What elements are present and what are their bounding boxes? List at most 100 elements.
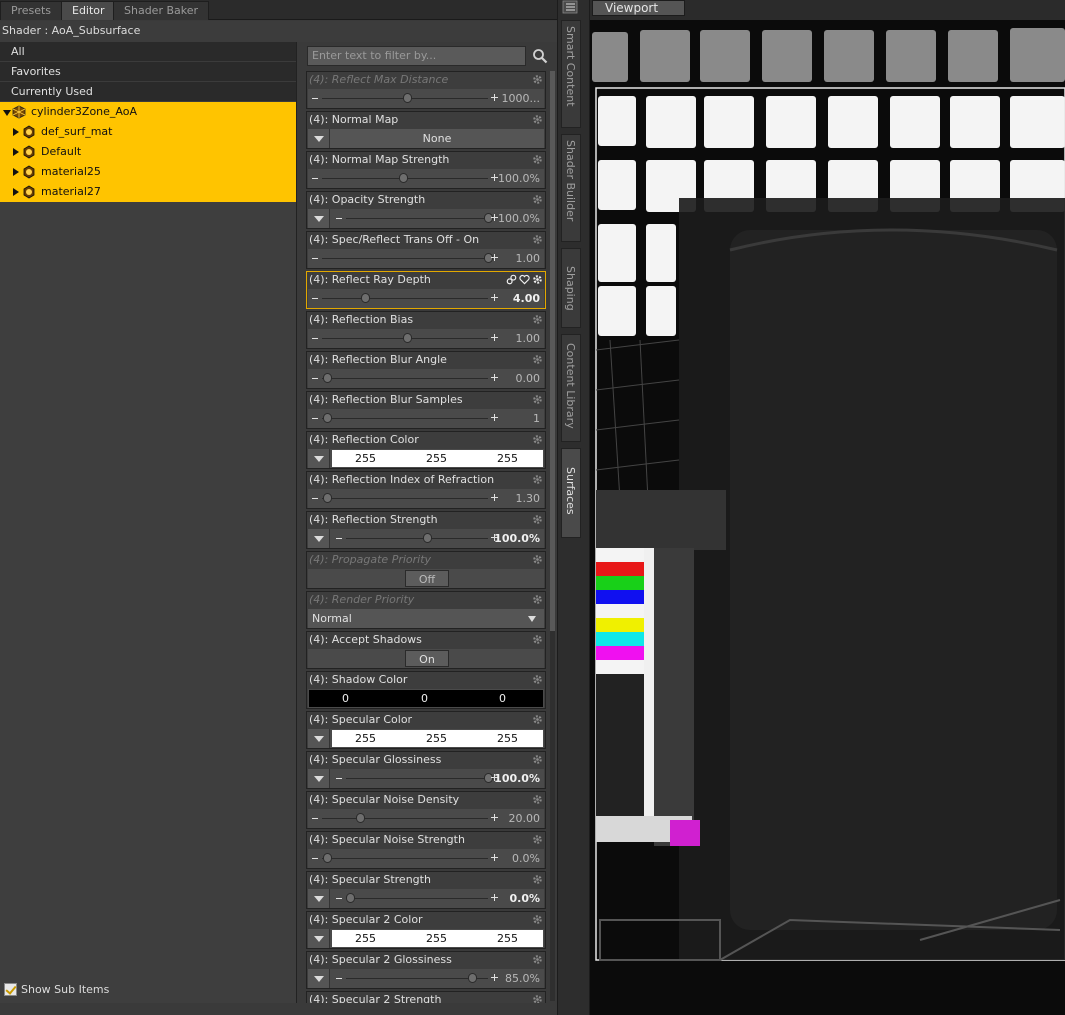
color-field[interactable]: 255 255 255 xyxy=(308,449,544,468)
decrement-icon[interactable] xyxy=(312,298,318,299)
pane-menu-icon[interactable] xyxy=(562,0,578,14)
category-favorites[interactable]: Favorites xyxy=(0,62,296,82)
gear-icon[interactable] xyxy=(532,274,543,285)
toggle-button[interactable]: Off xyxy=(405,570,449,587)
slider-knob[interactable] xyxy=(398,173,408,183)
slider-value[interactable]: 1.00 xyxy=(516,329,541,348)
property-row[interactable]: (4): Specular Strength 0.0% xyxy=(306,871,546,909)
slider-knob[interactable] xyxy=(403,333,413,343)
slider-track[interactable] xyxy=(346,978,488,979)
gear-icon[interactable] xyxy=(532,994,543,1003)
tree-item-default[interactable]: Default xyxy=(0,142,296,162)
tree-item-material27[interactable]: material27 xyxy=(0,182,296,202)
slider-knob[interactable] xyxy=(423,533,433,543)
property-row[interactable]: (4): Propagate Priority Off xyxy=(306,551,546,589)
property-row[interactable]: (4): Specular Glossiness 100.0% xyxy=(306,751,546,789)
increment-icon[interactable] xyxy=(491,854,498,861)
toggle-field[interactable]: Off xyxy=(308,569,544,588)
increment-icon[interactable] xyxy=(491,494,498,501)
slider-track[interactable] xyxy=(322,498,488,499)
scrollbar-thumb[interactable] xyxy=(550,71,555,631)
gear-icon[interactable] xyxy=(532,714,543,725)
gear-icon[interactable] xyxy=(532,634,543,645)
gear-icon[interactable] xyxy=(532,674,543,685)
slider-field[interactable]: 1000... xyxy=(308,89,544,108)
decrement-icon[interactable] xyxy=(336,218,342,219)
tree-item-material25[interactable]: material25 xyxy=(0,162,296,182)
viewport-canvas[interactable] xyxy=(590,20,1065,1015)
gear-icon[interactable] xyxy=(532,554,543,565)
slider-track[interactable] xyxy=(346,898,488,899)
increment-icon[interactable] xyxy=(491,254,498,261)
slider-field[interactable]: 1.00 xyxy=(308,249,544,268)
slider-field[interactable]: 1.00 xyxy=(308,329,544,348)
property-row[interactable]: (4): Specular Color 255 255 255 xyxy=(306,711,546,749)
increment-icon[interactable] xyxy=(491,214,498,221)
decrement-icon[interactable] xyxy=(312,498,318,499)
slider-track[interactable] xyxy=(322,258,488,259)
filter-input[interactable]: Enter text to filter by... xyxy=(307,46,526,66)
slider-knob[interactable] xyxy=(322,413,332,423)
color-swatch[interactable]: 255 255 255 xyxy=(332,730,543,747)
slider-knob[interactable] xyxy=(322,853,332,863)
gear-icon[interactable] xyxy=(532,514,543,525)
property-row[interactable]: (4): Shadow Color 0 0 0 xyxy=(306,671,546,709)
property-scrollbar[interactable] xyxy=(550,71,555,1001)
tree-item-root[interactable]: cylinder3Zone_AoA xyxy=(0,102,296,122)
dropdown-arrow-icon[interactable] xyxy=(308,129,330,148)
increment-icon[interactable] xyxy=(491,974,498,981)
decrement-icon[interactable] xyxy=(312,858,318,859)
property-row[interactable]: (4): Normal Map None xyxy=(306,111,546,149)
image-map-selector[interactable]: None xyxy=(308,129,544,148)
category-all[interactable]: All xyxy=(0,42,296,62)
slider-knob[interactable] xyxy=(322,373,332,383)
decrement-icon[interactable] xyxy=(336,538,342,539)
select-field[interactable]: Normal xyxy=(308,609,544,628)
slider-knob[interactable] xyxy=(355,813,365,823)
slider-track[interactable] xyxy=(322,378,488,379)
increment-icon[interactable] xyxy=(491,334,498,341)
decrement-icon[interactable] xyxy=(312,378,318,379)
slider-value[interactable]: 1.00 xyxy=(516,249,541,268)
dropdown-arrow-icon[interactable] xyxy=(308,769,330,788)
gear-icon[interactable] xyxy=(532,834,543,845)
property-row[interactable]: (4): Normal Map Strength 100.0% xyxy=(306,151,546,189)
property-row[interactable]: (4): Reflection Strength 100.0% xyxy=(306,511,546,549)
image-map-value[interactable]: None xyxy=(330,129,544,148)
slider-knob[interactable] xyxy=(322,493,332,503)
dropdown-arrow-icon[interactable] xyxy=(308,889,330,908)
gear-icon[interactable] xyxy=(532,794,543,805)
slider-value[interactable]: 100.0% xyxy=(498,169,540,188)
slider-value[interactable]: 100.0% xyxy=(498,209,540,228)
tab-viewport[interactable]: Viewport xyxy=(592,0,686,16)
slider-value[interactable]: 1.30 xyxy=(516,489,541,508)
decrement-icon[interactable] xyxy=(312,338,318,339)
slider-track[interactable] xyxy=(322,858,488,859)
decrement-icon[interactable] xyxy=(312,178,318,179)
side-tab-surfaces[interactable]: Surfaces xyxy=(561,448,581,538)
increment-icon[interactable] xyxy=(491,294,498,301)
slider-knob[interactable] xyxy=(403,93,413,103)
side-tab-shaping[interactable]: Shaping xyxy=(561,248,581,328)
increment-icon[interactable] xyxy=(491,374,498,381)
property-row[interactable]: (4): Render Priority Normal xyxy=(306,591,546,629)
gear-icon[interactable] xyxy=(532,234,543,245)
property-row[interactable]: (4): Accept Shadows On xyxy=(306,631,546,669)
slider-field[interactable]: 85.0% xyxy=(308,969,544,988)
property-row[interactable]: (4): Reflection Blur Angle 0.00 xyxy=(306,351,546,389)
slider-value[interactable]: 20.00 xyxy=(509,809,541,828)
color-field[interactable]: 255 255 255 xyxy=(308,729,544,748)
slider-knob[interactable] xyxy=(346,893,356,903)
category-currently-used[interactable]: Currently Used xyxy=(0,82,296,102)
search-icon[interactable] xyxy=(532,48,548,64)
dropdown-arrow-icon[interactable] xyxy=(308,449,330,468)
property-row[interactable]: (4): Specular 2 Strength xyxy=(306,991,546,1003)
slider-track[interactable] xyxy=(322,298,488,299)
gear-icon[interactable] xyxy=(532,394,543,405)
increment-icon[interactable] xyxy=(491,894,498,901)
gear-icon[interactable] xyxy=(532,914,543,925)
increment-icon[interactable] xyxy=(491,414,498,421)
color-swatch[interactable]: 255 255 255 xyxy=(332,450,543,467)
color-swatch[interactable]: 255 255 255 xyxy=(332,930,543,947)
increment-icon[interactable] xyxy=(491,174,498,181)
